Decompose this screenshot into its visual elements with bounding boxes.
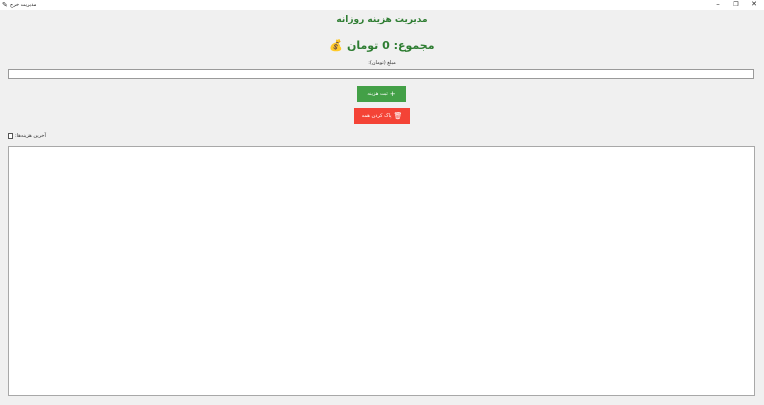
maximize-button[interactable]: ❐ (727, 0, 745, 10)
page-title: مدیریت هزینه روزانه (336, 15, 428, 25)
expenses-list[interactable] (8, 146, 755, 396)
close-button[interactable]: ✕ (745, 0, 763, 10)
total-display: مجموع: 0 تومان 💰 (329, 39, 435, 52)
amount-label: مبلغ (تومان): (368, 60, 396, 66)
app-icon: ✎ (2, 1, 8, 9)
recent-expenses-label: آخرین هزینه‌ها: (8, 133, 46, 139)
app-window: ✎ مدیریت خرج – ❐ ✕ مدیریت هزینه روزانه م… (0, 0, 764, 405)
add-expense-button[interactable]: + ثبت هزینه (357, 86, 406, 102)
title-bar: ✎ مدیریت خرج – ❐ ✕ (0, 0, 764, 10)
clear-all-button[interactable]: 🗑 پاک کردن همه (354, 108, 410, 124)
window-title: مدیریت خرج (10, 2, 37, 8)
plus-icon: + (389, 89, 396, 98)
recent-expenses-text: آخرین هزینه‌ها: (15, 133, 46, 139)
clear-all-label: پاک کردن همه (361, 113, 392, 119)
add-expense-label: ثبت هزینه (367, 91, 388, 97)
notepad-icon (8, 133, 13, 139)
minimize-button[interactable]: – (709, 0, 727, 10)
amount-input[interactable] (8, 69, 754, 79)
trash-icon: 🗑 (393, 111, 403, 120)
